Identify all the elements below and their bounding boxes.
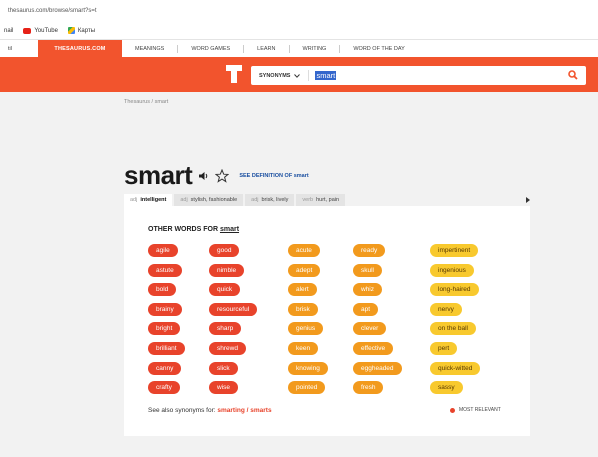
- synonym-pill[interactable]: apt: [353, 302, 379, 316]
- bookmarks-bar: nail YouTube Карты: [0, 22, 598, 40]
- synonym-pill[interactable]: nimble: [209, 263, 245, 277]
- synonym-pill[interactable]: adept: [288, 263, 321, 277]
- synonym-pill[interactable]: on the ball: [430, 322, 476, 336]
- nav-word-games[interactable]: WORD GAMES: [178, 44, 245, 53]
- synonym-pill[interactable]: crafty: [148, 381, 180, 395]
- tab-stylish-fashionable[interactable]: adj stylish, fashionable: [174, 194, 244, 206]
- synonym-pill[interactable]: pointed: [288, 381, 326, 395]
- synonym-pill[interactable]: brainy: [148, 302, 182, 316]
- tab-hurt-pain[interactable]: verb hurt, pain: [296, 194, 346, 206]
- synonym-pill[interactable]: quick: [209, 283, 241, 297]
- nav-fragment[interactable]: til: [0, 46, 38, 52]
- synonym-pill[interactable]: nervy: [430, 302, 462, 316]
- url-text: thesaurus.com/browse/smart?s=t: [8, 8, 97, 14]
- search-icon[interactable]: [568, 70, 578, 80]
- synonym-pill[interactable]: bright: [148, 322, 181, 336]
- see-also-link-smarts[interactable]: smarts: [250, 407, 271, 414]
- headword-row: smart SEE DEFINITION OF smart: [124, 160, 309, 191]
- synonym-pill[interactable]: bold: [148, 283, 177, 297]
- synonyms-card: OTHER WORDS FOR smart agile astute bold bra…: [124, 206, 530, 436]
- bookmark-mail[interactable]: nail: [4, 28, 13, 34]
- synonym-pill[interactable]: shrewd: [209, 342, 246, 355]
- thesaurus-logo-icon[interactable]: [225, 64, 243, 84]
- synonym-pill[interactable]: genius: [288, 322, 324, 336]
- synonym-pill[interactable]: keen: [288, 342, 319, 355]
- synonym-pill[interactable]: wise: [209, 381, 239, 395]
- relevance-legend: MOST RELEVANT: [450, 407, 501, 413]
- synonym-pill[interactable]: acute: [288, 244, 320, 257]
- see-also-link-smarting[interactable]: smarting: [217, 407, 244, 414]
- bookmark-maps[interactable]: Карты: [67, 27, 95, 34]
- nav-meanings[interactable]: MEANINGS: [122, 44, 179, 53]
- star-icon[interactable]: [215, 168, 230, 183]
- synonym-pill[interactable]: sassy: [430, 381, 463, 395]
- see-also: See also synonyms for: smarting / smarts: [148, 407, 272, 414]
- synonym-pill[interactable]: astute: [148, 263, 182, 277]
- synonym-pill[interactable]: effective: [353, 342, 394, 355]
- top-nav: til THESAURUS.COM MEANINGS WORD GAMES LE…: [0, 40, 598, 57]
- synonym-pill[interactable]: brisk: [288, 302, 318, 316]
- synonym-pill[interactable]: agile: [148, 244, 178, 257]
- search-mode-dropdown[interactable]: SYNONYMS: [251, 70, 310, 81]
- synonym-pill[interactable]: ready: [353, 244, 386, 257]
- nav-writing[interactable]: WRITING: [290, 44, 341, 53]
- tabs-next-arrow-icon[interactable]: [526, 197, 530, 203]
- search-input[interactable]: smart: [315, 71, 337, 80]
- synonym-pill[interactable]: alert: [288, 283, 317, 297]
- synonym-pill[interactable]: whiz: [353, 283, 383, 297]
- synonym-pill[interactable]: slick: [209, 361, 238, 375]
- synonym-pill[interactable]: knowing: [288, 361, 328, 375]
- synonym-pill[interactable]: quick-witted: [430, 361, 481, 375]
- breadcrumb[interactable]: Thesaurus / smart: [124, 99, 168, 105]
- chevron-down-icon: [294, 73, 301, 78]
- nav-word-of-the-day[interactable]: WORD OF THE DAY: [340, 45, 417, 53]
- other-words-heading: OTHER WORDS FOR smart: [148, 226, 240, 233]
- address-bar[interactable]: thesaurus.com/browse/smart?s=t: [0, 0, 598, 22]
- synonym-pill[interactable]: canny: [148, 361, 182, 375]
- synonym-pill[interactable]: pert: [430, 342, 458, 355]
- synonym-pill[interactable]: resourceful: [209, 302, 258, 316]
- maps-icon: [67, 27, 75, 34]
- brand-tab[interactable]: THESAURUS.COM: [38, 40, 122, 57]
- page-title: smart: [124, 160, 193, 190]
- search-box: SYNONYMS smart: [251, 66, 586, 85]
- synonym-pill[interactable]: skull: [353, 263, 383, 277]
- synonym-pill[interactable]: sharp: [209, 322, 242, 336]
- speaker-icon[interactable]: [198, 171, 209, 181]
- synonym-pill[interactable]: impertinent: [430, 244, 479, 257]
- tab-intelligent[interactable]: adj intelligent: [124, 194, 173, 206]
- synonym-pill[interactable]: brilliant: [148, 342, 185, 355]
- tab-brisk-lively[interactable]: adj brisk, lively: [245, 194, 295, 206]
- see-definition-link[interactable]: SEE DEFINITION OF smart: [239, 173, 308, 179]
- sense-tabs: adj intelligent adj stylish, fashionable…: [124, 194, 346, 206]
- youtube-icon: [23, 27, 32, 34]
- synonym-pill[interactable]: eggheaded: [353, 361, 402, 375]
- synonym-pill[interactable]: ingenious: [430, 263, 474, 277]
- nav-learn[interactable]: LEARN: [244, 44, 290, 53]
- bookmark-youtube[interactable]: YouTube: [23, 27, 58, 34]
- synonym-pill[interactable]: clever: [353, 322, 387, 336]
- relevance-dot-icon: [450, 407, 455, 413]
- synonym-pill[interactable]: fresh: [353, 381, 384, 395]
- synonym-pill[interactable]: long-haired: [430, 283, 479, 297]
- synonym-pill[interactable]: good: [209, 244, 240, 257]
